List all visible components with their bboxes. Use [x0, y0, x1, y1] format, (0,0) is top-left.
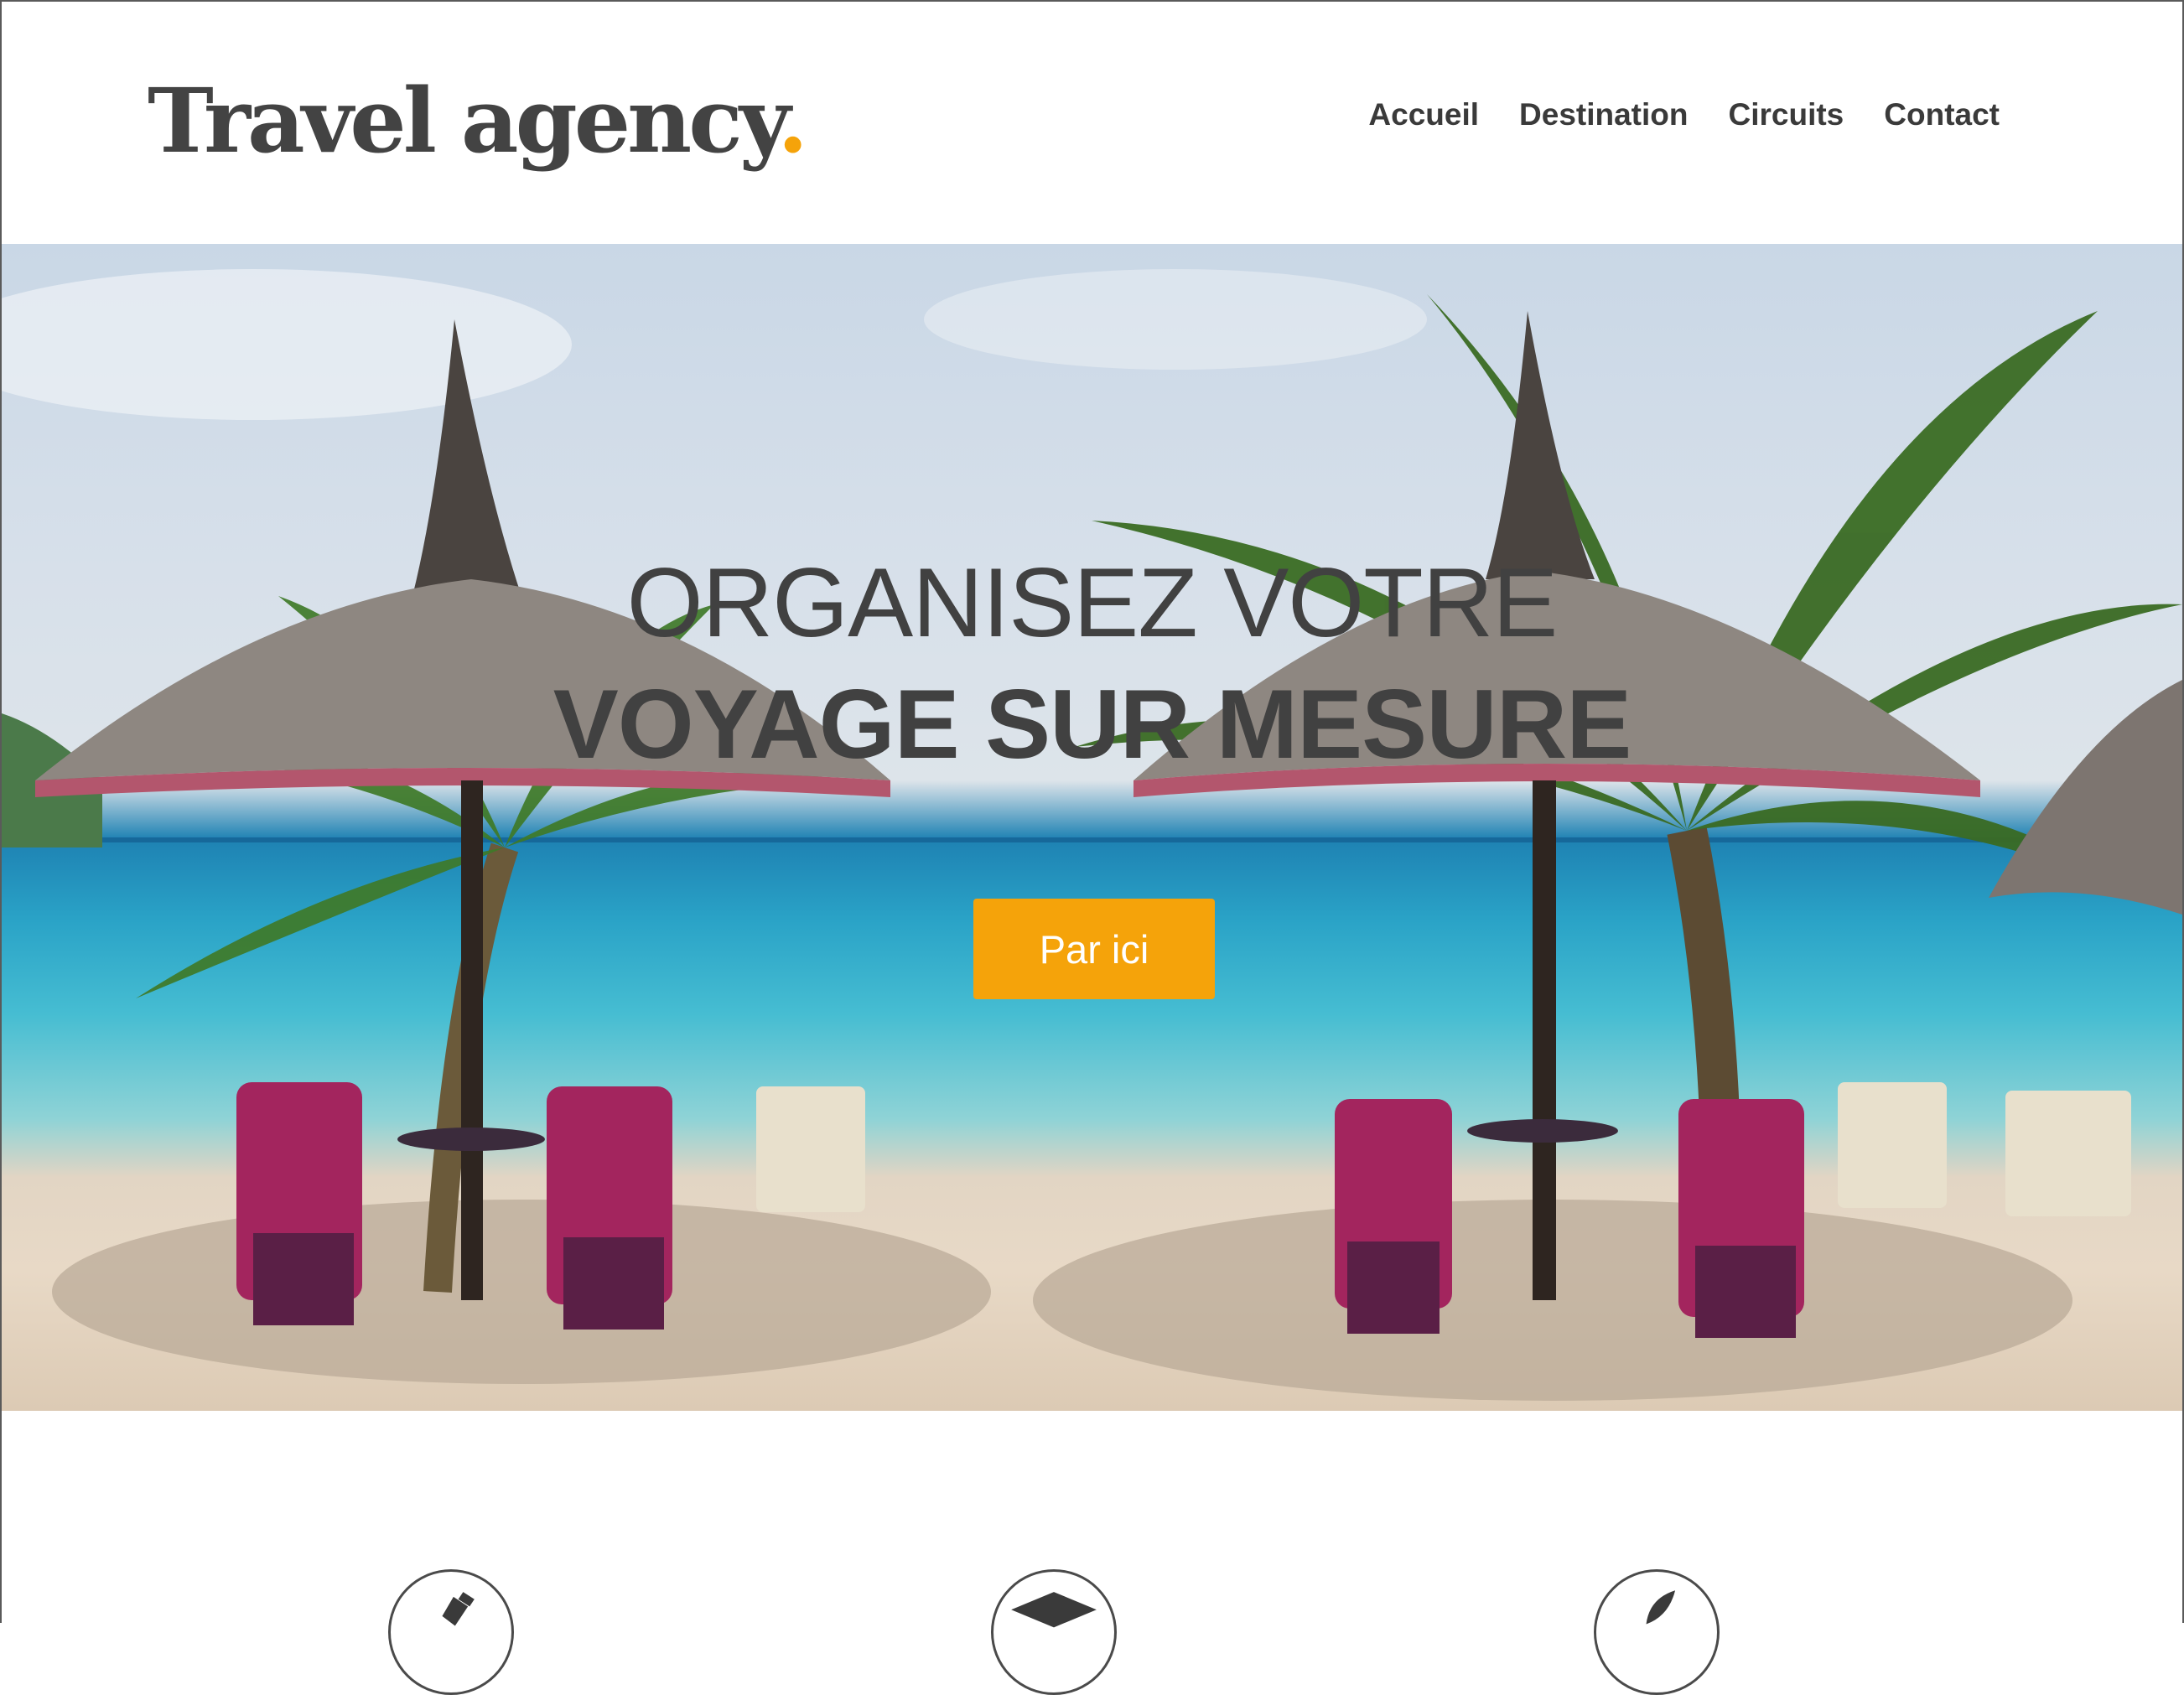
nav-circuits[interactable]: Circuits: [1729, 97, 1844, 132]
site-header: Travel agency. Accueil Destination Circu…: [2, 2, 2182, 242]
nav-destination[interactable]: Destination: [1519, 97, 1688, 132]
hero-title-line1: ORGANISEZ VOTRE: [626, 547, 1559, 657]
rocket-icon: [1594, 1569, 1720, 1695]
cta-button[interactable]: Par ici: [973, 899, 1215, 999]
graduation-cap-icon: [991, 1569, 1117, 1695]
pencil-icon: [388, 1569, 514, 1695]
nav-accueil[interactable]: Accueil: [1368, 97, 1479, 132]
hero-title-line2: VOYAGE SUR MESURE: [552, 669, 1632, 779]
main-nav: Accueil Destination Circuits Contact: [1368, 97, 2000, 132]
logo-dot: .: [777, 68, 808, 173]
logo-text: Travel agency: [148, 68, 781, 173]
site-logo[interactable]: Travel agency.: [148, 67, 808, 174]
features-section: [2, 1411, 2182, 1695]
hero-banner: ORGANISEZ VOTRE VOYAGE SUR MESURE Par ic…: [2, 244, 2182, 1411]
beach-background-image: [2, 269, 2182, 1401]
nav-contact[interactable]: Contact: [1884, 97, 2000, 132]
